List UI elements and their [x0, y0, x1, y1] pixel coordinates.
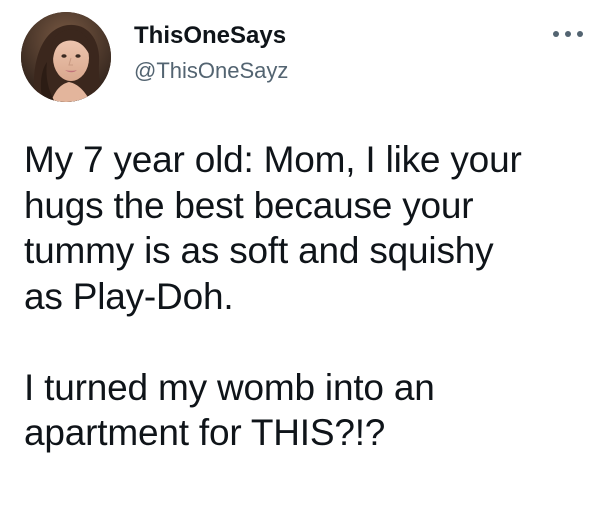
- tweet-text-line: tummy is as soft and squishy: [24, 230, 494, 271]
- tweet-text-line: I turned my womb into an: [24, 366, 435, 408]
- author-handle[interactable]: @ThisOneSayz: [134, 58, 288, 84]
- profile-photo-icon: [21, 12, 111, 102]
- avatar[interactable]: [21, 12, 111, 102]
- tweet-text-line: apartment for THIS?!?: [24, 412, 386, 453]
- more-options-button[interactable]: [548, 22, 588, 46]
- tweet-text-line: My 7 year old: Mom, I like your: [24, 139, 522, 180]
- tweet-text-line: hugs the best because your: [24, 184, 474, 226]
- tweet-text: My 7 year old: Mom, I like your hugs the…: [24, 137, 584, 456]
- tweet-card: ThisOneSays @ThisOneSayz My 7 year old: …: [0, 0, 599, 512]
- tweet-text-line: as Play-Doh.: [24, 275, 234, 317]
- more-horizontal-icon: [553, 31, 583, 37]
- author-display-name[interactable]: ThisOneSays: [134, 22, 286, 50]
